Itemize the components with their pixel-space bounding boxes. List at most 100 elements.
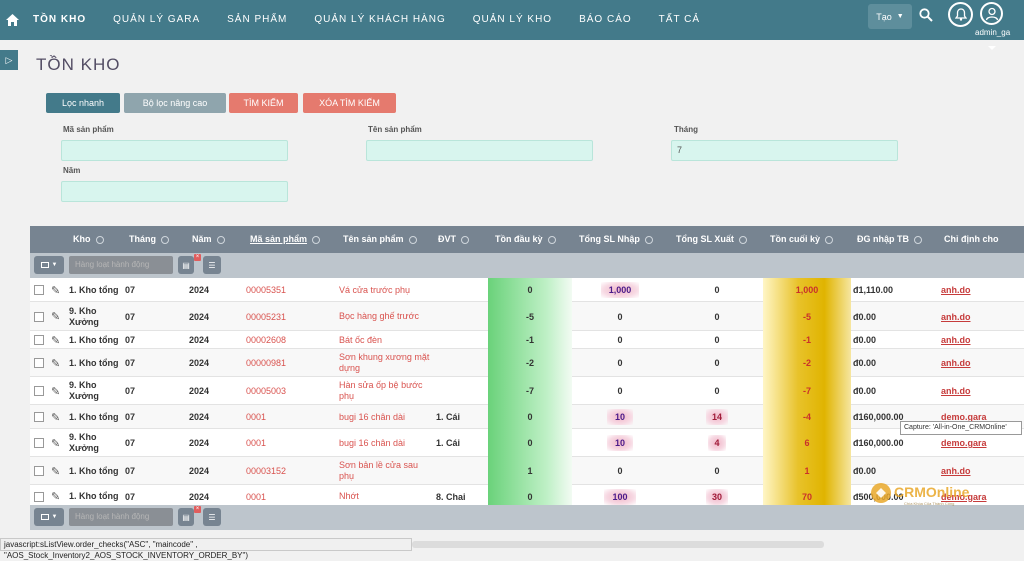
row-checkbox[interactable] bbox=[34, 358, 44, 368]
row-checkbox[interactable] bbox=[34, 285, 44, 295]
cell-ten-value[interactable]: Sơn bản lề cửa sau phụ bbox=[339, 460, 431, 482]
cell-assign-value[interactable]: anh.do bbox=[941, 312, 971, 322]
home-icon[interactable] bbox=[0, 0, 24, 40]
tab-quick-filter[interactable]: Lọc nhanh bbox=[46, 93, 120, 113]
cell-ten-value[interactable]: Bọc hàng ghế trước bbox=[339, 311, 419, 322]
cell-ten-value[interactable]: Hàn sửa ốp bệ bước phụ bbox=[339, 380, 431, 402]
col-ton-dau-ky[interactable]: Tồn đầu kỳ bbox=[495, 226, 556, 253]
cell-ma[interactable]: 00000981 bbox=[246, 349, 326, 377]
cell-ma-value[interactable]: 00003152 bbox=[246, 466, 286, 476]
col-ten-san-pham[interactable]: Tên sản phẩm bbox=[343, 226, 417, 253]
list-view-icon[interactable]: ☰ bbox=[203, 256, 221, 274]
cell-ten[interactable]: Sơn bản lề cửa sau phụ bbox=[339, 457, 431, 485]
column-chooser-icon[interactable]: ▤ bbox=[178, 256, 194, 274]
row-checkbox[interactable] bbox=[34, 311, 44, 322]
cell-assign-value[interactable]: demo.gara bbox=[941, 438, 987, 448]
col-nam[interactable]: Năm bbox=[192, 226, 225, 253]
cell-assign-value[interactable]: anh.do bbox=[941, 335, 971, 345]
ma-san-pham-input[interactable] bbox=[61, 140, 288, 161]
cell-ma-value[interactable]: 0001 bbox=[246, 492, 266, 502]
cell-ten[interactable]: Sơn khung xương mặt dựng bbox=[339, 349, 431, 377]
cell-assign[interactable]: anh.do bbox=[941, 302, 1011, 331]
nav-quan-ly-khach-hang[interactable]: QUẢN LÝ KHÁCH HÀNG bbox=[314, 0, 445, 40]
cell-assign-value[interactable]: anh.do bbox=[941, 285, 971, 295]
sort-icon[interactable] bbox=[161, 235, 169, 244]
nav-quan-ly-gara[interactable]: QUẢN LÝ GARA bbox=[113, 0, 200, 40]
pencil-icon[interactable]: ✎ bbox=[51, 465, 60, 478]
col-tong-sl-xuat[interactable]: Tổng SL Xuất bbox=[676, 226, 747, 253]
tab-advanced-filter[interactable]: Bộ lọc nâng cao bbox=[124, 93, 226, 113]
sort-icon[interactable] bbox=[644, 235, 653, 244]
col-thang[interactable]: Tháng bbox=[129, 226, 169, 253]
horizontal-scrollbar[interactable] bbox=[412, 541, 824, 548]
sort-icon[interactable] bbox=[408, 235, 417, 244]
nav-tat-ca[interactable]: TẤT CẢ bbox=[659, 0, 700, 40]
cell-ma-value[interactable]: 0001 bbox=[246, 412, 266, 422]
cell-ma-value[interactable]: 00002608 bbox=[246, 335, 286, 345]
cell-ma[interactable]: 00005231 bbox=[246, 302, 326, 331]
cell-ma-value[interactable]: 00000981 bbox=[246, 358, 286, 368]
user-name[interactable]: admin_ga bbox=[975, 28, 1010, 37]
col-kho[interactable]: Kho bbox=[73, 226, 104, 253]
row-checkbox[interactable] bbox=[34, 412, 44, 422]
cell-ten[interactable]: Bát ốc đèn bbox=[339, 331, 431, 349]
pencil-icon[interactable]: ✎ bbox=[51, 310, 60, 323]
cell-assign-value[interactable]: anh.do bbox=[941, 386, 971, 396]
col-dvt[interactable]: ĐVT bbox=[438, 226, 469, 253]
col-ton-cuoi-ky[interactable]: Tồn cuối kỳ bbox=[770, 226, 834, 253]
nav-ton-kho[interactable]: TỒN KHO bbox=[33, 0, 86, 40]
cell-ma[interactable]: 00003152 bbox=[246, 457, 326, 485]
pencil-icon[interactable]: ✎ bbox=[51, 411, 60, 424]
pencil-icon[interactable]: ✎ bbox=[51, 437, 60, 450]
col-chi-dinh-cho[interactable]: Chỉ định cho bbox=[944, 226, 999, 253]
col-tong-sl-nhap[interactable]: Tổng SL Nhập bbox=[579, 226, 653, 253]
cell-ma[interactable]: 00005351 bbox=[246, 278, 326, 302]
search-icon[interactable] bbox=[919, 8, 933, 24]
user-caret-icon[interactable] bbox=[988, 46, 996, 50]
nav-quan-ly-kho[interactable]: QUẢN LÝ KHO bbox=[473, 0, 552, 40]
mass-action-dropdown[interactable]: Hàng loạt hành động bbox=[69, 508, 173, 526]
nav-bao-cao[interactable]: BÁO CÁO bbox=[579, 0, 632, 40]
cell-ten-value[interactable]: bugi 16 chân dài bbox=[339, 412, 405, 423]
cell-ten[interactable]: Bọc hàng ghế trước bbox=[339, 302, 431, 331]
thang-input[interactable]: 7 bbox=[671, 140, 898, 161]
sort-icon[interactable] bbox=[95, 235, 104, 244]
cell-assign[interactable]: anh.do bbox=[941, 331, 1011, 349]
cell-assign[interactable]: anh.do bbox=[941, 278, 1011, 302]
cell-ma[interactable]: 00002608 bbox=[246, 331, 326, 349]
cell-ten-value[interactable]: Vá cửa trước phụ bbox=[339, 285, 410, 296]
bell-icon[interactable] bbox=[948, 2, 973, 27]
cell-ma[interactable]: 0001 bbox=[246, 405, 326, 429]
nam-input[interactable] bbox=[61, 181, 288, 202]
cell-ten[interactable]: Hàn sửa ốp bệ bước phụ bbox=[339, 377, 431, 405]
mass-action-dropdown[interactable]: Hàng loạt hành động bbox=[69, 256, 173, 274]
pencil-icon[interactable]: ✎ bbox=[51, 385, 60, 398]
close-icon[interactable]: × bbox=[194, 254, 201, 261]
pencil-icon[interactable]: ✎ bbox=[51, 284, 60, 297]
cell-ten[interactable]: Vá cửa trước phụ bbox=[339, 278, 431, 302]
cell-assign[interactable]: anh.do bbox=[941, 457, 1011, 485]
cell-ten-value[interactable]: Bát ốc đèn bbox=[339, 335, 382, 346]
row-checkbox[interactable] bbox=[34, 335, 44, 345]
col-ma-san-pham[interactable]: Mã sản phẩm bbox=[250, 226, 321, 253]
cell-ten[interactable]: bugi 16 chân dài bbox=[339, 405, 431, 429]
cell-assign[interactable]: anh.do bbox=[941, 377, 1011, 405]
cell-ma[interactable]: 0001 bbox=[246, 429, 326, 457]
cell-ten-value[interactable]: bugi 16 chân dài bbox=[339, 438, 405, 449]
sort-icon[interactable] bbox=[461, 235, 469, 244]
cell-ma[interactable]: 00005003 bbox=[246, 377, 326, 405]
sort-icon[interactable] bbox=[312, 235, 321, 244]
sort-icon[interactable] bbox=[547, 235, 556, 244]
ten-san-pham-input[interactable] bbox=[366, 140, 593, 161]
close-icon[interactable]: × bbox=[194, 506, 201, 513]
sort-icon[interactable] bbox=[914, 235, 922, 244]
sort-icon[interactable] bbox=[738, 235, 747, 244]
cell-ma-value[interactable]: 00005231 bbox=[246, 312, 286, 322]
column-chooser-icon[interactable]: ▤ bbox=[178, 508, 194, 526]
search-button[interactable]: TÌM KIẾM bbox=[229, 93, 298, 113]
cell-ma-value[interactable]: 00005351 bbox=[246, 285, 286, 295]
pencil-icon[interactable]: ✎ bbox=[51, 334, 60, 347]
cell-ten-value[interactable]: Nhớt bbox=[339, 491, 359, 502]
nav-san-pham[interactable]: SẢN PHẨM bbox=[227, 0, 287, 40]
clear-search-button[interactable]: XÓA TÌM KIẾM bbox=[303, 93, 396, 113]
